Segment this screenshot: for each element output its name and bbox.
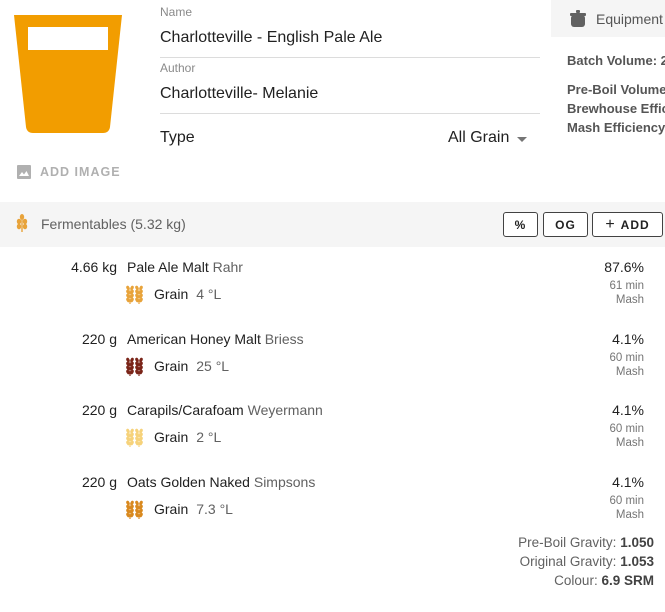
fermentables-title: Fermentables (5.32 kg) [41, 216, 186, 232]
original-gravity-label: Original Gravity: [519, 554, 617, 569]
type-label: Type [160, 129, 195, 146]
original-gravity-value: 1.053 [620, 554, 654, 569]
add-fermentable-button[interactable]: + ADD [592, 212, 663, 237]
type-select[interactable]: All Grain [448, 129, 528, 147]
author-field-underline [160, 113, 540, 114]
og-button[interactable]: OG [543, 212, 588, 237]
fermentable-use: Mash [615, 509, 644, 521]
fermentable-type-text: Grain [154, 501, 189, 517]
fermentable-type: Grain 4 °L [124, 284, 221, 304]
fermentable-name-text: American Honey Malt [127, 331, 261, 347]
fermentable-use: Mash [615, 437, 644, 449]
chevron-down-icon [517, 136, 528, 142]
colour-line: Colour: 6.9 SRM [518, 571, 654, 590]
equipment-card[interactable]: Equipment [551, 0, 665, 37]
add-button-label: ADD [620, 217, 650, 232]
equipment-title: Equipment [596, 10, 663, 27]
fermentable-lovibond: 2 °L [196, 429, 222, 445]
brewhouse-efficiency-label: Brewhouse Effic [567, 101, 665, 116]
grain-icon [16, 214, 28, 232]
fermentable-percent: 4.1% [612, 402, 644, 418]
fermentable-percent: 4.1% [612, 331, 644, 347]
preboil-gravity-label: Pre-Boil Gravity: [518, 535, 617, 550]
batch-volume-label: Batch Volume: 2 [567, 53, 665, 68]
fermentable-time-value: 60 min [609, 423, 644, 435]
fermentable-time: 61 min Mash [609, 279, 644, 307]
fermentable-type-text: Grain [154, 358, 189, 374]
name-field[interactable]: Charlotteville - English Pale Ale [160, 29, 382, 47]
og-button-label: OG [555, 217, 576, 232]
fermentable-maker: Briess [264, 331, 304, 347]
add-image-button[interactable]: ADD IMAGE [17, 165, 121, 179]
preboil-gravity-line: Pre-Boil Gravity: 1.050 [518, 533, 654, 552]
fermentable-maker: Simpsons [253, 474, 316, 490]
grain-icon [126, 357, 143, 376]
colour-value: 6.9 SRM [601, 573, 654, 588]
grain-icon [126, 285, 143, 304]
fermentable-amount: 220 g [81, 402, 117, 418]
author-field[interactable]: Charlotteville- Melanie [160, 85, 318, 103]
fermentable-name-text: Oats Golden Naked [127, 474, 250, 490]
original-gravity-line: Original Gravity: 1.053 [518, 552, 654, 571]
fermentable-name-text: Pale Ale Malt [127, 259, 209, 275]
grain-icon [126, 500, 143, 519]
image-icon [17, 165, 31, 179]
type-select-value: All Grain [448, 129, 510, 146]
gravity-summary: Pre-Boil Gravity: 1.050 Original Gravity… [518, 533, 654, 590]
fermentable-row[interactable]: 220 g American Honey Malt Briess Grain 2… [0, 331, 665, 403]
fermentable-maker: Rahr [212, 259, 243, 275]
fermentable-time-value: 60 min [609, 352, 644, 364]
preboil-gravity-value: 1.050 [620, 535, 654, 550]
name-field-label: Name [160, 5, 193, 19]
fermentable-maker: Weyermann [247, 402, 323, 418]
plus-icon: + [605, 215, 615, 233]
fermentable-row[interactable]: 220 g Carapils/Carafoam Weyermann Grain … [0, 402, 665, 474]
author-field-label: Author [160, 61, 196, 75]
fermentable-time-value: 61 min [609, 280, 644, 292]
fermentable-row[interactable]: 4.66 kg Pale Ale Malt Rahr Grain 4 °L 87… [0, 259, 665, 331]
fermentable-name: Carapils/Carafoam Weyermann [127, 402, 323, 418]
fermentable-percent: 4.1% [612, 474, 644, 490]
fermentable-amount: 4.66 kg [71, 259, 117, 275]
percent-button-label: % [514, 217, 527, 232]
fermentable-time: 60 min Mash [609, 494, 644, 522]
fermentable-type: Grain 7.3 °L [124, 499, 233, 519]
fermentable-lovibond: 7.3 °L [196, 501, 233, 517]
fermentable-percent: 87.6% [604, 259, 644, 275]
fermentable-time-value: 60 min [609, 495, 644, 507]
fermentable-amount: 220 g [81, 474, 117, 490]
fermentable-name: Oats Golden Naked Simpsons [127, 474, 315, 490]
fermentable-name: American Honey Malt Briess [127, 331, 304, 347]
mash-efficiency-label: Mash Efficiency [567, 120, 665, 135]
fermentable-time: 60 min Mash [609, 422, 644, 450]
beer-glass-icon [14, 15, 122, 133]
fermentable-type-text: Grain [154, 429, 189, 445]
fermentable-use: Mash [615, 294, 644, 306]
fermentable-type: Grain 25 °L [124, 356, 229, 376]
preboil-volume-label: Pre-Boil Volume [567, 82, 665, 97]
fermentable-name-text: Carapils/Carafoam [127, 402, 244, 418]
add-image-label: ADD IMAGE [40, 165, 121, 179]
colour-label: Colour: [554, 573, 598, 588]
fermentable-type: Grain 2 °L [124, 427, 221, 447]
fermentable-lovibond: 4 °L [196, 286, 222, 302]
fermentable-amount: 220 g [81, 331, 117, 347]
fermentable-type-text: Grain [154, 286, 189, 302]
fermentable-name: Pale Ale Malt Rahr [127, 259, 243, 275]
fermentable-use: Mash [615, 366, 644, 378]
pot-icon [570, 9, 586, 27]
grain-icon [126, 428, 143, 447]
fermentable-time: 60 min Mash [609, 351, 644, 379]
fermentable-lovibond: 25 °L [196, 358, 230, 374]
percent-button[interactable]: % [503, 212, 538, 237]
name-field-underline [160, 57, 540, 58]
